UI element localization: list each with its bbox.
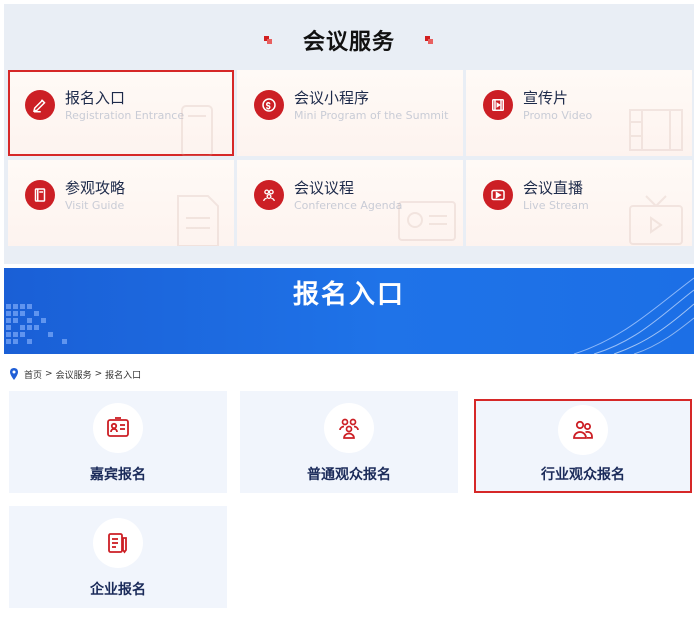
audience-icon	[324, 403, 374, 453]
location-pin-icon	[10, 368, 18, 380]
service-card-mini-program[interactable]: 会议小程序 Mini Program of the Summit	[237, 70, 463, 156]
services-panel: 会议服务 报名入口 Registration Entrance 会议小程序 Mi…	[4, 4, 694, 264]
pen-icon	[25, 90, 55, 120]
service-subtitle: Conference Agenda	[294, 199, 403, 212]
service-card-registration[interactable]: 报名入口 Registration Entrance	[8, 70, 234, 156]
service-subtitle: Mini Program of the Summit	[294, 109, 449, 122]
service-subtitle: Live Stream	[523, 199, 589, 212]
breadcrumb: 首页 > 会议服务 > 报名入口	[9, 367, 141, 381]
registration-label: 嘉宾报名	[90, 467, 146, 483]
services-title: 会议服务	[302, 30, 395, 55]
services-grid: 报名入口 Registration Entrance 会议小程序 Mini Pr…	[8, 70, 692, 250]
users-icon	[558, 405, 608, 455]
book-icon	[25, 180, 55, 210]
breadcrumb-current: 报名入口	[105, 370, 142, 381]
service-card-promo-video[interactable]: 宣传片 Promo Video	[466, 70, 692, 156]
breadcrumb-separator: >	[45, 369, 53, 379]
phone-watermark-icon	[181, 105, 213, 156]
registration-card-industry-audience[interactable]: 行业观众报名	[474, 399, 692, 493]
title-decoration-right-icon	[425, 35, 434, 45]
service-card-visit-guide[interactable]: 参观攻略 Visit Guide	[8, 160, 234, 246]
id-card-icon	[93, 403, 143, 453]
breadcrumb-home-link[interactable]: 首页	[24, 368, 42, 381]
film-icon	[483, 90, 513, 120]
id-card-watermark-icon	[398, 201, 456, 241]
form-icon	[93, 518, 143, 568]
service-title: 会议议程	[294, 179, 355, 197]
service-title: 参观攻略	[65, 179, 126, 197]
service-subtitle: Promo Video	[523, 109, 593, 122]
document-watermark-icon	[177, 195, 219, 246]
people-icon	[254, 180, 284, 210]
tv-watermark-icon	[629, 195, 683, 245]
service-title: 会议小程序	[294, 89, 370, 107]
wave-decoration	[573, 277, 694, 354]
page-banner: 报名入口	[4, 268, 694, 354]
title-decoration-left-icon	[263, 35, 273, 45]
service-title: 报名入口	[65, 89, 126, 107]
service-subtitle: Visit Guide	[65, 199, 125, 212]
breadcrumb-separator: >	[94, 369, 103, 379]
service-subtitle: Registration Entrance	[65, 109, 185, 122]
services-heading: 会议服务	[4, 22, 694, 58]
play-icon	[483, 180, 513, 210]
registration-label: 企业报名	[90, 582, 146, 598]
service-title: 宣传片	[523, 89, 569, 107]
registration-label: 行业观众报名	[541, 467, 625, 483]
registration-card-enterprise[interactable]: 企业报名	[9, 506, 227, 608]
registration-card-guest[interactable]: 嘉宾报名	[9, 391, 227, 493]
service-card-live-stream[interactable]: 会议直播 Live Stream	[466, 160, 692, 246]
registration-label: 普通观众报名	[307, 467, 391, 483]
service-card-agenda[interactable]: 会议议程 Conference Agenda	[237, 160, 463, 246]
breadcrumb-services-link[interactable]: 会议服务	[56, 368, 92, 381]
mini-program-icon	[254, 90, 284, 120]
film-watermark-icon	[629, 109, 683, 151]
service-title: 会议直播	[523, 179, 584, 197]
registration-card-general-audience[interactable]: 普通观众报名	[240, 391, 458, 493]
